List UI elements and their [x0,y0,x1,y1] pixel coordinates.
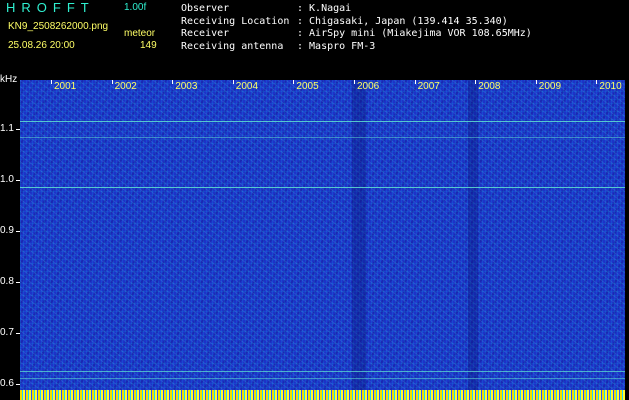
x-axis-label: 2002 [114,81,137,92]
y-axis-label: 0.7 [0,327,14,338]
spectrogram-plot [20,80,625,400]
observation-datetime: 25.08.26 20:00 [8,40,75,51]
y-axis-tick [16,231,20,232]
y-axis-tick [16,384,20,385]
y-axis-tick [16,282,20,283]
y-axis-tick [16,129,20,130]
y-axis-unit: kHz [0,74,18,85]
x-axis-tick [111,80,113,84]
x-axis-label: 2010 [599,81,622,92]
y-axis-tick [16,180,20,181]
y-axis-label: 0.6 [0,378,14,389]
x-axis-label: 2009 [538,81,562,92]
bottom-signal-strip [20,390,625,400]
x-axis-tick [596,80,598,84]
y-axis-label: 1.0 [0,174,14,185]
x-axis-tick [293,80,295,84]
meta-row-antenna: Receiving antenna: Maspro FM-3 [181,40,376,52]
spectrogram-noise [20,80,625,400]
y-axis-tick [16,333,20,334]
meteor-count: 149 [140,40,157,51]
x-axis-tick [475,80,477,84]
header-panel: HROFFT 1.00f KN9_2508262000.png meteor 2… [0,0,629,76]
vertical-band [352,80,366,400]
y-axis-label: 1.1 [0,123,14,134]
meta-row-receiver: Receiver: AirSpy mini (Miakejima VOR 108… [181,28,532,39]
x-axis-tick [51,80,52,84]
x-axis-label: 2008 [478,81,501,92]
signal-trace-line [20,137,625,138]
observation-metadata: Observer: K.Nagai Receiving Location: Ch… [181,3,532,53]
signal-trace-line [20,371,625,372]
file-name: KN9_2508262000.png [8,21,109,32]
vertical-band [468,80,478,400]
x-axis-tick [172,80,174,84]
x-axis-tick [354,80,355,84]
signal-trace-line [20,121,625,122]
app-version: 1.00f [124,2,147,13]
x-axis-tick [535,80,537,84]
signal-trace-line [20,378,625,379]
meta-row-observer: Observer: K.Nagai [181,3,352,14]
y-axis-label: 0.9 [0,225,14,236]
x-axis-tick [232,80,234,84]
x-axis-tick [414,80,416,84]
x-axis-label: 2001 [54,81,77,92]
meta-row-location: Receiving Location: Chigasaki, Japan (13… [181,15,508,27]
x-axis-label: 2005 [296,81,319,92]
signal-trace-line [20,187,625,188]
x-axis-label: 2004 [235,81,259,92]
x-axis-label: 2006 [357,81,380,92]
y-axis-label: 0.8 [0,276,14,287]
meteor-label: meteor [124,28,156,39]
x-axis-label: 2003 [175,81,198,92]
x-axis-label: 2007 [417,81,440,92]
app-logo: HROFFT [6,0,95,15]
